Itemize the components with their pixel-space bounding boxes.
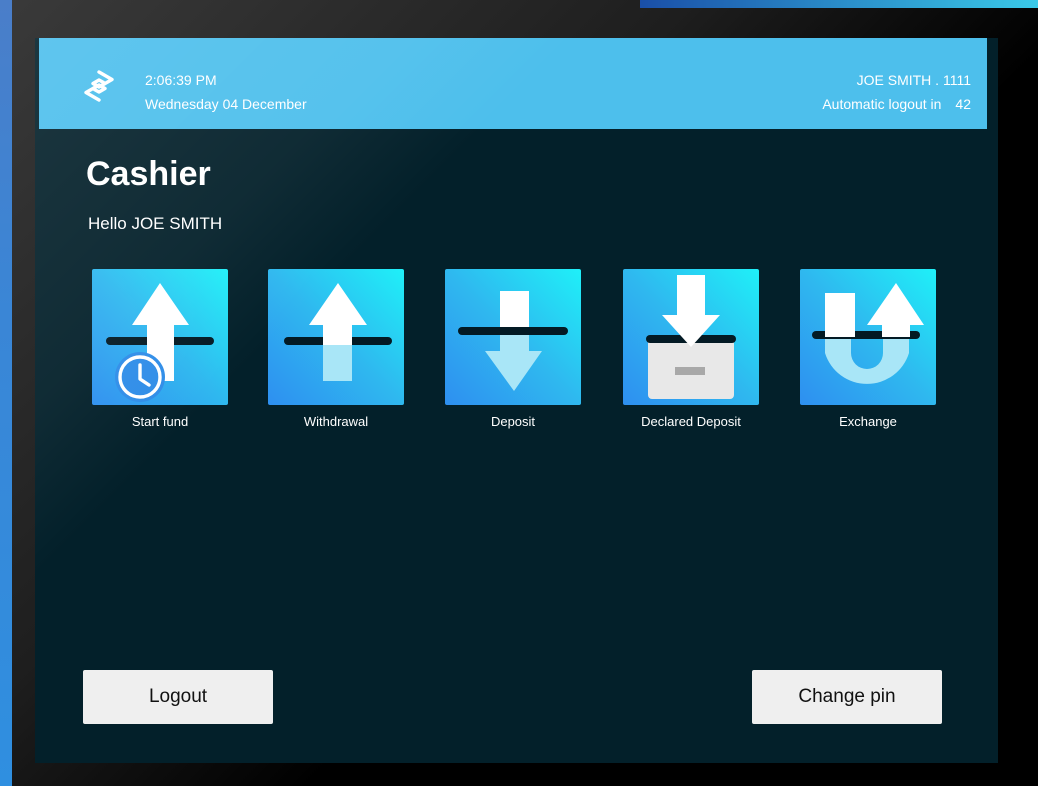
user-name-id: JOE SMITH . 1111 [856, 72, 971, 88]
withdrawal-icon [268, 269, 404, 405]
logout-button[interactable]: Logout [83, 670, 273, 724]
deposit-icon [445, 269, 581, 405]
tile-withdrawal[interactable]: Withdrawal [268, 269, 404, 429]
current-date: Wednesday 04 December [145, 96, 307, 112]
clock: 2:06:39 PM Wednesday 04 December [145, 68, 307, 116]
current-time: 2:06:39 PM [145, 72, 217, 88]
backdrop-accent-left [0, 0, 12, 786]
top-bar: 2:06:39 PM Wednesday 04 December JOE SMI… [39, 38, 987, 129]
stack-s-logo-icon [83, 70, 115, 102]
start-fund-icon [92, 269, 228, 405]
backdrop-accent-top [640, 0, 1038, 8]
kiosk-screen: 2:06:39 PM Wednesday 04 December JOE SMI… [35, 38, 998, 763]
user-info: JOE SMITH . 1111 Automatic logout in 42 [822, 68, 971, 116]
tile-declared-deposit[interactable]: Declared Deposit [623, 269, 759, 429]
page-title: Cashier [86, 155, 211, 193]
tile-label: Start fund [131, 414, 189, 429]
exchange-icon [800, 269, 936, 405]
tile-label: Deposit [490, 414, 536, 429]
tile-label: Exchange [839, 414, 897, 429]
change-pin-button[interactable]: Change pin [752, 670, 942, 724]
tile-label: Withdrawal [303, 414, 369, 429]
tile-deposit[interactable]: Deposit [445, 269, 581, 429]
declared-deposit-icon [623, 269, 759, 405]
auto-logout-count: 42 [955, 96, 971, 112]
greeting: Hello JOE SMITH [88, 214, 223, 233]
auto-logout-label: Automatic logout in [822, 96, 942, 112]
tile-exchange[interactable]: Exchange [800, 269, 936, 429]
tile-start-fund[interactable]: Start fund [92, 269, 228, 429]
auto-logout-timer: Automatic logout in 42 [822, 92, 971, 116]
tile-label: Declared Deposit [641, 414, 741, 429]
